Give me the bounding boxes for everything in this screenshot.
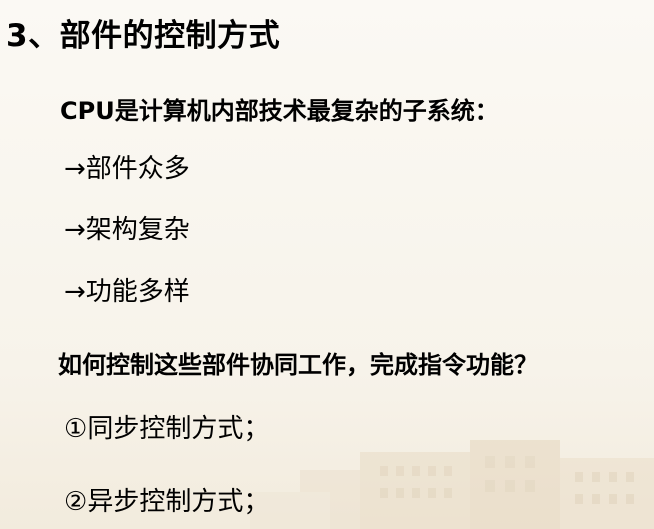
question-text: 如何控制这些部件协同工作，完成指令功能？ bbox=[58, 351, 538, 379]
feature-item: →功能多样 bbox=[64, 271, 190, 308]
right-arrow-icon: → bbox=[64, 215, 86, 245]
feature-text: 部件众多 bbox=[85, 154, 190, 184]
circled-number-one-icon: ① bbox=[64, 414, 88, 444]
control-mode-item: ②异步控制方式； bbox=[64, 481, 269, 518]
circled-number-two-icon: ② bbox=[64, 487, 88, 517]
control-mode-text: 异步控制方式； bbox=[87, 487, 270, 517]
slide-title: 3、部件的控制方式 bbox=[6, 18, 281, 54]
feature-text: 架构复杂 bbox=[85, 215, 190, 245]
right-arrow-icon: → bbox=[64, 154, 86, 184]
intro-text: CPU是计算机内部技术最复杂的子系统： bbox=[60, 97, 499, 125]
feature-item: →部件众多 bbox=[64, 148, 190, 185]
background-building-image bbox=[0, 0, 654, 529]
feature-item: →架构复杂 bbox=[64, 209, 190, 246]
control-mode-text: 同步控制方式； bbox=[87, 414, 270, 444]
feature-text: 功能多样 bbox=[85, 277, 190, 307]
right-arrow-icon: → bbox=[64, 277, 86, 307]
control-mode-item: ①同步控制方式； bbox=[64, 408, 269, 445]
